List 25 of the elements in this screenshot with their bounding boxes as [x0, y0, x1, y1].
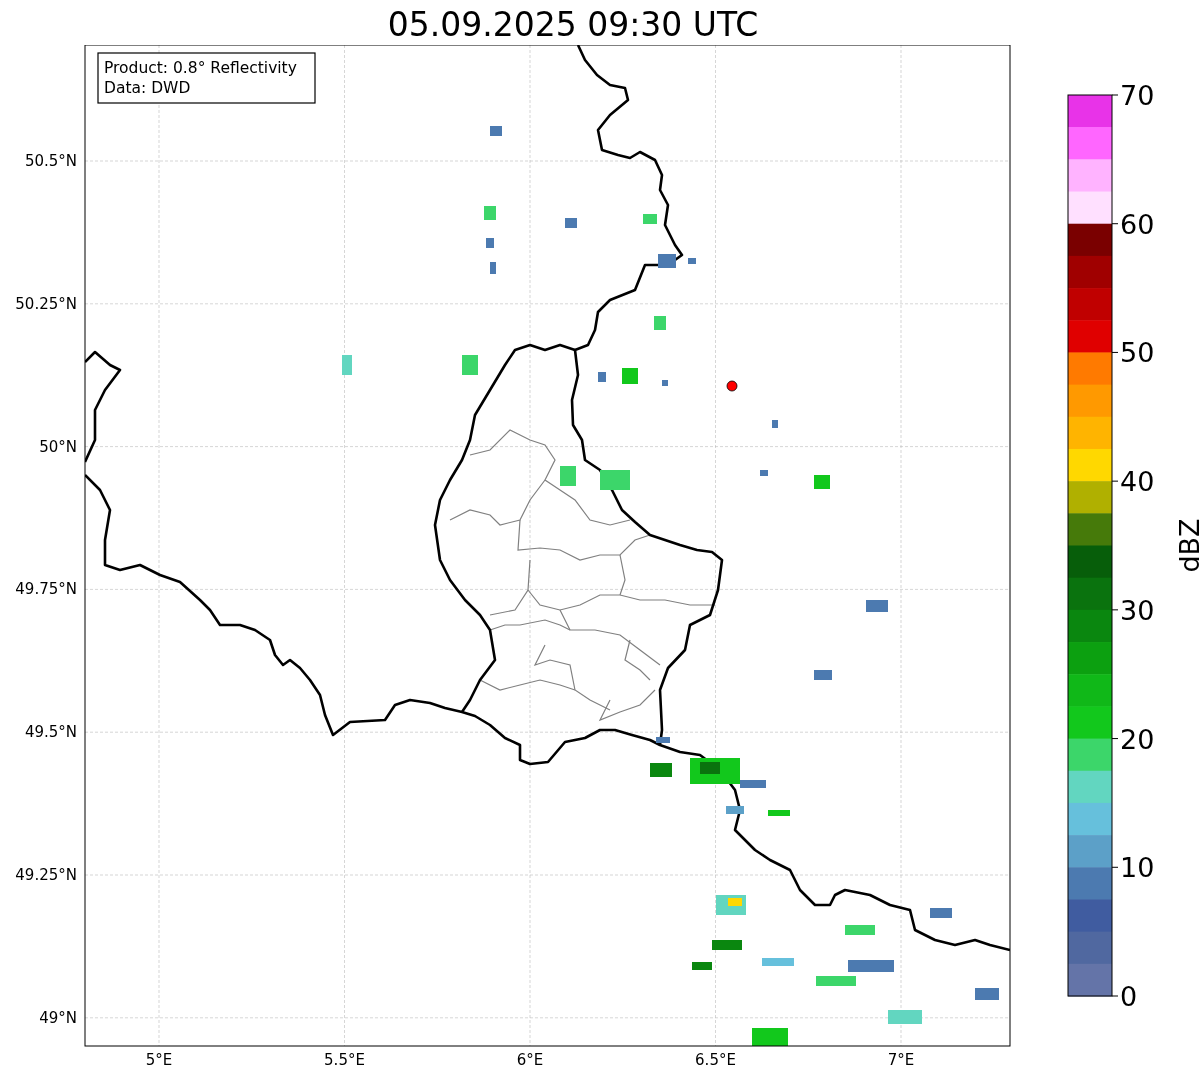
colorbar-tick-label: 10	[1120, 852, 1155, 884]
radar-site-marker	[726, 380, 738, 392]
colorbar-label: dBZ	[1174, 518, 1202, 573]
y-tick-label: 49.5°N	[24, 723, 77, 742]
x-tick-label: 6°E	[516, 1051, 544, 1069]
info-text: Product: 0.8° Reflectivity	[104, 59, 297, 77]
x-tick-label: 5°E	[145, 1051, 173, 1069]
y-tick-label: 49°N	[39, 1008, 77, 1027]
y-tick-label: 49.75°N	[15, 580, 77, 599]
y-tick-label: 50°N	[39, 437, 77, 456]
colorbar-tick-label: 20	[1120, 723, 1155, 755]
colorbar-tick-label: 60	[1120, 208, 1155, 240]
colorbar-tick-label: 40	[1120, 466, 1155, 498]
x-tick-label: 7°E	[887, 1051, 915, 1069]
colorbar-tick-label: 0	[1120, 981, 1138, 1012]
x-tick-label: 6.5°E	[695, 1051, 736, 1069]
colorbar-tick-label: 70	[1120, 80, 1155, 111]
chart-title: 05.09.2025 09:30 UTC	[387, 5, 759, 45]
colorbar-tick-label: 50	[1120, 337, 1155, 369]
info-text: Data: DWD	[104, 79, 191, 97]
y-tick-label: 50.25°N	[15, 294, 77, 313]
colorbar-tick-label: 30	[1120, 594, 1155, 626]
x-tick-label: 5.5°E	[324, 1051, 365, 1069]
y-tick-label: 49.25°N	[15, 866, 77, 884]
y-tick-label: 50.5°N	[24, 152, 77, 170]
